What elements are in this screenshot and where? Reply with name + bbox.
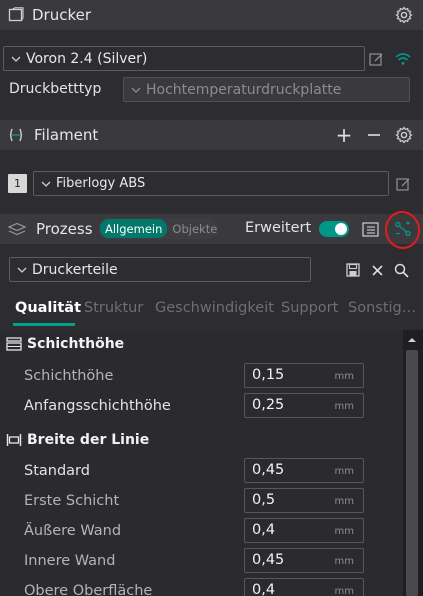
- setting-row: Standard 0,45 mm: [0, 457, 403, 487]
- tab-sonstiges[interactable]: Sonstig…: [348, 300, 416, 316]
- chevron-down-icon: [17, 267, 27, 273]
- setting-row: Äußere Wand 0,4 mm: [0, 517, 403, 547]
- setting-unit: mm: [334, 526, 354, 537]
- filament-slot-badge: 1: [8, 174, 27, 193]
- advanced-label: Erweitert: [245, 220, 312, 236]
- layer-height-icon: [6, 337, 22, 351]
- remove-filament-minus-icon[interactable]: [359, 128, 389, 142]
- setting-row: Obere Oberfläche 0,4 mm: [0, 577, 403, 596]
- setting-value: 0,25: [252, 397, 285, 413]
- setting-unit: mm: [334, 496, 354, 507]
- active-tab-indicator: [13, 323, 75, 326]
- line-width-icon: [6, 434, 22, 446]
- setting-unit: mm: [334, 586, 354, 596]
- setting-label: Erste Schicht: [24, 493, 120, 509]
- setting-label: Äußere Wand: [24, 523, 122, 539]
- filament-select-value: Fiberlogy ABS: [56, 176, 146, 191]
- setting-unit: mm: [334, 556, 354, 567]
- process-layers-icon: [8, 222, 26, 236]
- edit-printer-icon[interactable]: [367, 50, 385, 68]
- layer-height-input[interactable]: 0,15 mm: [244, 363, 364, 388]
- filament-section-title: Filament: [34, 126, 99, 144]
- setting-row: Erste Schicht 0,5 mm: [0, 487, 403, 517]
- setting-value: 0,4: [252, 582, 276, 596]
- group-layer-height: Schichthöhe: [0, 330, 403, 358]
- chevron-down-icon: [41, 181, 51, 187]
- printer-section-header: Drucker: [0, 0, 423, 30]
- settings-panel: Schichthöhe Schichthöhe 0,15 mm Anfangss…: [0, 330, 403, 596]
- add-filament-plus-icon[interactable]: +: [329, 123, 359, 147]
- filament-settings-gear-icon[interactable]: [389, 126, 419, 144]
- setting-label: Innere Wand: [24, 553, 116, 569]
- scrollbar-thumb[interactable]: [406, 350, 418, 596]
- printer-icon: [8, 7, 24, 23]
- advanced-toggle[interactable]: [319, 221, 349, 237]
- setting-value: 0,45: [252, 552, 285, 568]
- mode-tab-allgemein[interactable]: Allgemein: [100, 219, 168, 238]
- setting-label: Anfangsschichthöhe: [24, 398, 171, 414]
- setting-value: 0,5: [252, 492, 276, 508]
- setting-unit: mm: [334, 466, 354, 477]
- setting-value: 0,45: [252, 462, 285, 478]
- filament-select[interactable]: Fiberlogy ABS: [33, 171, 389, 196]
- line-width-default-input[interactable]: 0,45 mm: [244, 458, 364, 483]
- settings-tabs: Qualität Struktur Geschwindigkeit Suppor…: [0, 292, 423, 326]
- setting-row: Anfangsschichthöhe 0,25 mm: [0, 392, 403, 422]
- wifi-connection-icon[interactable]: [393, 50, 413, 68]
- group-title: Breite der Linie: [27, 432, 150, 448]
- printer-select[interactable]: Voron 2.4 (Silver): [3, 46, 365, 71]
- tab-struktur[interactable]: Struktur: [84, 300, 143, 316]
- filament-section-header: Filament +: [0, 120, 423, 150]
- chevron-down-icon: [11, 56, 21, 62]
- process-section-title: Prozess: [36, 220, 93, 238]
- line-width-first-layer-input[interactable]: 0,5 mm: [244, 488, 364, 513]
- chevron-down-icon: [131, 87, 141, 93]
- group-line-width: Breite der Linie: [0, 426, 403, 454]
- printer-settings-gear-icon[interactable]: [389, 6, 419, 24]
- setting-label: Schichthöhe: [24, 368, 114, 384]
- bed-type-label: Druckbetttyp: [9, 81, 102, 97]
- filament-spool-icon: [9, 127, 23, 143]
- mode-tab-objekte[interactable]: Objekte: [167, 219, 222, 238]
- setting-value: 0,15: [252, 367, 285, 383]
- process-list-icon[interactable]: [360, 220, 380, 238]
- setting-label: Standard: [24, 463, 90, 479]
- setting-unit: mm: [334, 401, 354, 412]
- tab-qualitaet[interactable]: Qualität: [15, 300, 81, 316]
- process-preset-value: Druckerteile: [32, 261, 118, 278]
- bed-type-select[interactable]: Hochtemperaturdruckplatte: [123, 77, 410, 102]
- process-mode-switch: Allgemein Objekte: [98, 218, 218, 239]
- line-width-top-surface-input[interactable]: 0,4 mm: [244, 578, 364, 596]
- tab-geschwindigkeit[interactable]: Geschwindigkeit: [155, 300, 274, 316]
- line-width-inner-wall-input[interactable]: 0,45 mm: [244, 548, 364, 573]
- scroll-up-arrow-icon[interactable]: [405, 333, 419, 347]
- setting-row: Schichthöhe 0,15 mm: [0, 362, 403, 392]
- process-preset-select[interactable]: Druckerteile: [9, 257, 311, 282]
- search-icon[interactable]: [392, 261, 410, 279]
- setting-unit: mm: [334, 371, 354, 382]
- printer-select-value: Voron 2.4 (Silver): [26, 50, 148, 67]
- line-width-outer-wall-input[interactable]: 0,4 mm: [244, 518, 364, 543]
- group-title: Schichthöhe: [27, 336, 125, 352]
- bed-type-value: Hochtemperaturdruckplatte: [146, 81, 342, 98]
- printer-section-title: Drucker: [32, 6, 92, 24]
- setting-label: Obere Oberfläche: [24, 583, 153, 596]
- close-preset-icon[interactable]: [368, 261, 386, 279]
- initial-layer-height-input[interactable]: 0,25 mm: [244, 393, 364, 418]
- setting-row: Innere Wand 0,45 mm: [0, 547, 403, 577]
- save-preset-icon[interactable]: [344, 261, 362, 279]
- tab-support[interactable]: Support: [281, 300, 338, 316]
- setting-value: 0,4: [252, 522, 276, 538]
- edit-filament-icon[interactable]: [394, 175, 412, 193]
